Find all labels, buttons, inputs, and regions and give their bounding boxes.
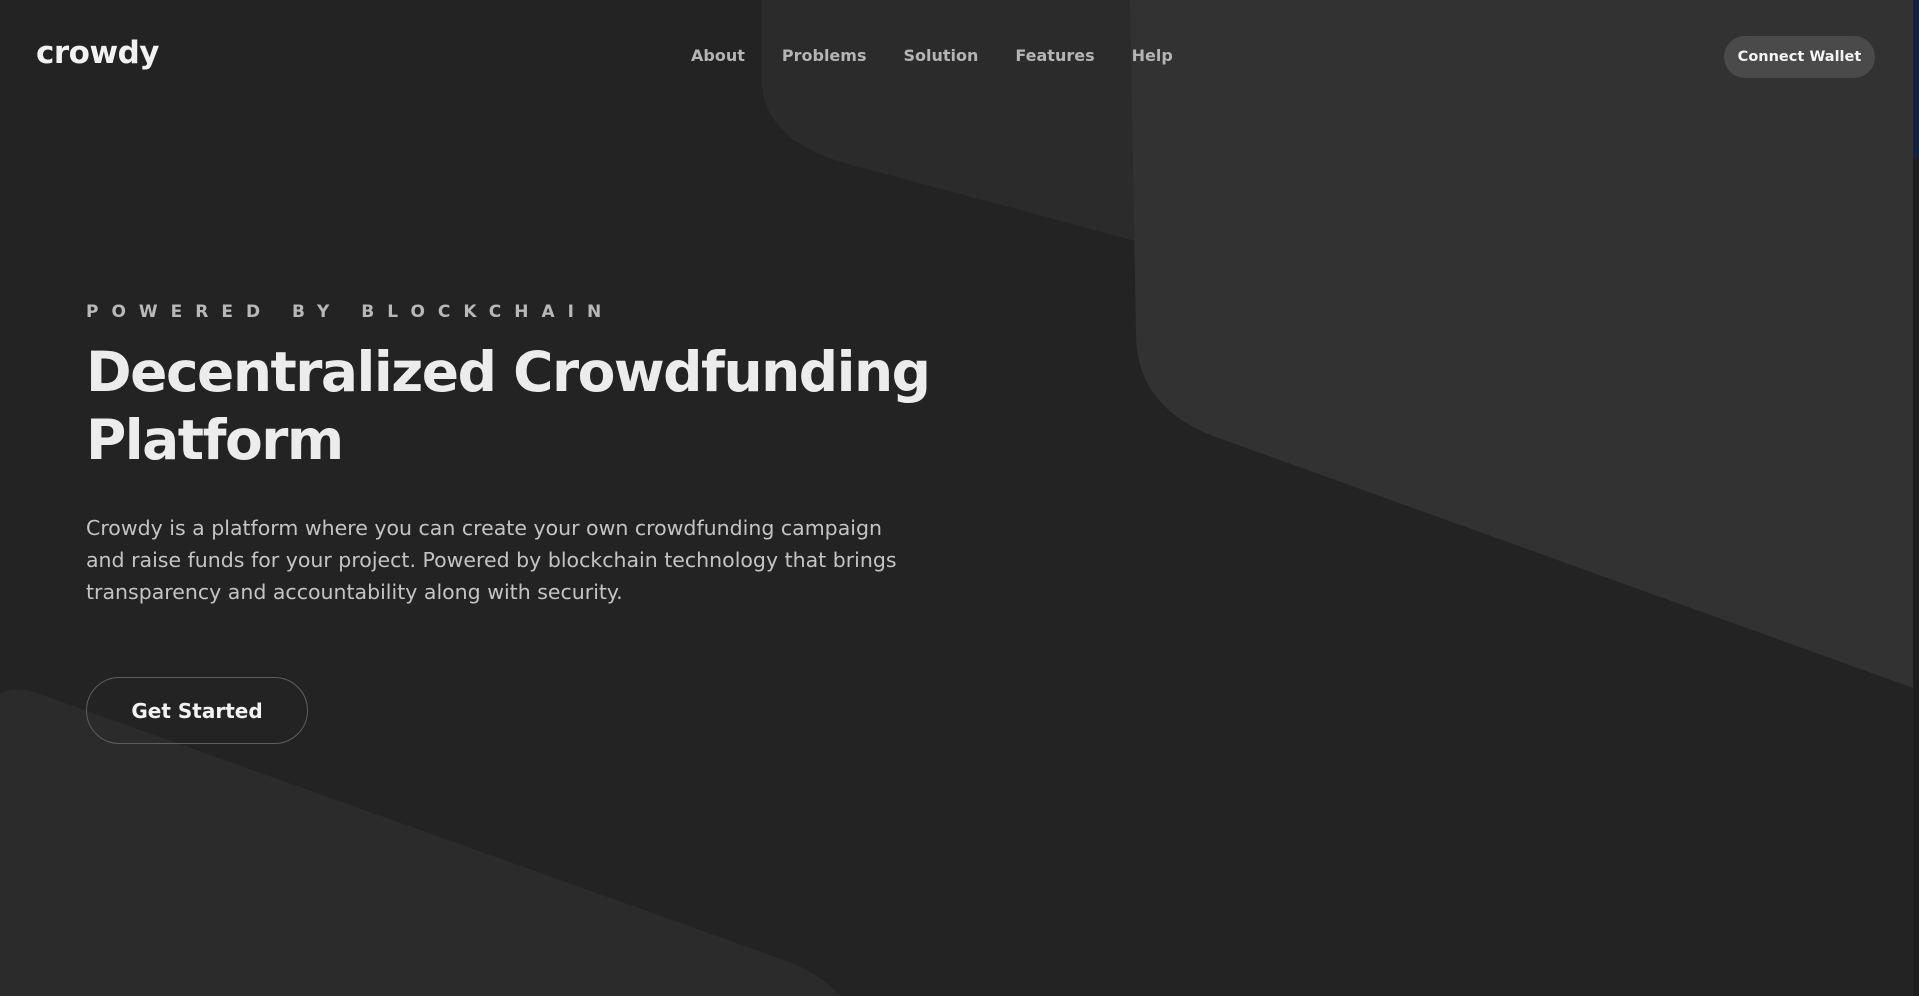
nav-link-help[interactable]: Help bbox=[1132, 45, 1173, 67]
hero-eyebrow: POWERED BY BLOCKCHAIN bbox=[86, 302, 615, 322]
connect-wallet-button[interactable]: Connect Wallet bbox=[1724, 36, 1875, 78]
nav-links: About Problems Solution Features Help bbox=[691, 45, 1210, 67]
nav-link-solution[interactable]: Solution bbox=[903, 45, 978, 67]
hero-description-line-2: and raise funds for your project. Powere… bbox=[86, 548, 897, 572]
landing-page: crowdy About Problems Solution Features … bbox=[0, 0, 1919, 996]
nav-link-features[interactable]: Features bbox=[1015, 45, 1094, 67]
scrollbar-track[interactable] bbox=[1913, 0, 1919, 996]
hero-title-line-2: Platform bbox=[86, 408, 344, 472]
top-navbar: crowdy About Problems Solution Features … bbox=[0, 0, 1919, 112]
scrollbar-thumb[interactable] bbox=[1913, 0, 1919, 158]
logo[interactable]: crowdy bbox=[36, 33, 160, 73]
hero-description-line-3: transparency and accountability along wi… bbox=[86, 580, 623, 604]
hero-title: Decentralized Crowdfunding Platform bbox=[86, 338, 966, 474]
hero-description: Crowdy is a platform where you can creat… bbox=[86, 512, 946, 608]
hero-title-line-1: Decentralized Crowdfunding bbox=[86, 340, 931, 404]
hero-description-line-1: Crowdy is a platform where you can creat… bbox=[86, 516, 882, 540]
get-started-button[interactable]: Get Started bbox=[86, 677, 308, 744]
nav-link-problems[interactable]: Problems bbox=[782, 45, 867, 67]
background-shapes bbox=[0, 0, 1919, 996]
nav-link-about[interactable]: About bbox=[691, 45, 745, 67]
